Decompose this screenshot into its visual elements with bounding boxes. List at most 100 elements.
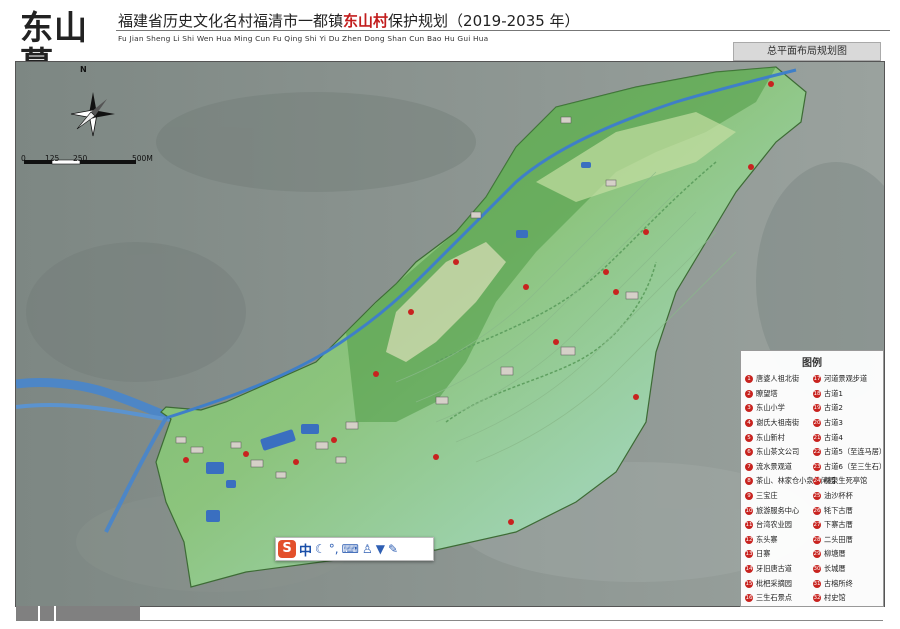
legend-label: 流水景观道 [756,461,792,471]
legend-label: 枇杷采摘园 [756,578,792,588]
user-icon[interactable]: ♙ [362,540,373,558]
legend-label: 唐婆人祖北街 [756,374,800,384]
legend-label: 日寨 [756,549,771,559]
legend-item: 7 流水景观道 [745,460,815,475]
compass-north-label: N [80,65,87,74]
scale-tick-125: 125 [45,154,60,163]
keyboard-icon[interactable]: ⌨ [342,540,359,558]
legend-label: 古道1 [824,388,843,398]
legend-label: 东头寨 [756,534,778,544]
legend-marker: 18 [813,389,821,398]
legend-item: 23 古道6（至三生石） [813,460,886,475]
legend-marker: 6 [745,448,753,457]
legend-label: 二头田厝 [824,534,853,544]
legend-marker: 9 [745,492,753,501]
legend-label: 林泉生死亭馆 [824,476,868,486]
legend-label: 古道3 [824,418,843,428]
legend: 图例 1 唐婆人祖北街 2 瞭望塔 3 东山小学 4 谢氏大祖南街 5 东山新村 6 东山茶文公司 7 流… [740,350,887,607]
legend-marker: 15 [745,579,753,588]
legend-marker: 5 [745,433,753,442]
title-suffix: 保护规划（2019-2035 年） [388,12,580,30]
legend-item: 14 牙旧唐古道 [745,562,815,577]
legend-item: 15 枇杷采摘园 [745,576,815,591]
legend-item: 21 古道4 [813,430,883,445]
legend-item: 11 台湾农业园 [745,518,815,533]
page-title: 福建省历史文化名村福清市一都镇东山村保护规划（2019-2035 年） [118,10,580,31]
legend-marker: 11 [745,521,753,530]
shirt-icon[interactable]: ▼ [376,540,385,558]
footer-bar [16,606,140,621]
scale-tick-0: 0 [21,154,26,163]
legend-marker: 10 [745,506,753,515]
legend-marker: 24 [813,477,821,486]
punctuation-icon[interactable]: °, [329,540,339,558]
title-divider [116,30,890,31]
legend-marker: 27 [813,521,821,530]
legend-item: 22 古道5（至连马居） [813,445,887,460]
legend-column-right: 17 河道景观步道 18 古道1 19 古道2 20 古道3 21 古道4 22 古道5（至连马居） 2… [813,372,887,606]
legend-marker: 7 [745,462,753,471]
legend-item: 13 日寨 [745,547,815,562]
legend-label: 古榕所终 [824,578,853,588]
legend-marker: 21 [813,433,821,442]
wrench-icon[interactable]: ✎ [388,540,398,558]
legend-item: 3 东山小学 [745,401,815,416]
scale-tick-250: 250 [73,154,88,163]
legend-marker: 17 [813,375,821,384]
legend-label: 旅游服务中心 [756,505,800,515]
legend-label: 东山茶文公司 [756,447,800,457]
legend-marker: 3 [745,404,753,413]
legend-marker: 16 [745,594,753,603]
legend-item: 16 三生石景点 [745,591,815,606]
legend-marker: 29 [813,550,821,559]
legend-label: 东山新村 [756,432,785,442]
legend-label: 台湾农业园 [756,520,792,530]
ime-mode-toggle[interactable]: 中 [299,540,312,559]
legend-label: 村史馆 [824,593,846,603]
legend-item: 8 茶山、林家仓小泉休闲园 [745,474,835,489]
legend-item: 31 古榕所终 [813,576,883,591]
legend-item: 25 油沙杯杯 [813,489,883,504]
ime-toolbar[interactable]: S 中 ☾ °, ⌨ ♙ ▼ ✎ [275,537,434,561]
legend-label: 古道5（至连马居） [824,447,887,457]
legend-item: 9 三宝庄 [745,489,815,504]
legend-marker: 32 [813,594,821,603]
legend-marker: 13 [745,550,753,559]
ime-logo-icon[interactable]: S [278,540,296,558]
logo: 东山暮 [12,6,100,82]
legend-item: 24 林泉生死亭馆 [813,474,883,489]
legend-item: 6 东山茶文公司 [745,445,815,460]
legend-label: 三宝庄 [756,491,778,501]
legend-item: 28 二头田厝 [813,533,883,548]
legend-label: 谢氏大祖南街 [756,418,800,428]
legend-title: 图例 [802,358,822,369]
title-prefix: 福建省历史文化名村福清市一都镇 [118,12,344,30]
title-highlight: 东山村 [343,12,389,30]
legend-item: 10 旅游服务中心 [745,503,815,518]
moon-icon[interactable]: ☾ [315,540,326,558]
legend-marker: 2 [745,389,753,398]
legend-item: 32 村史馆 [813,591,883,606]
legend-label: 柳塘厝 [824,549,846,559]
legend-marker: 26 [813,506,821,515]
legend-item: 5 东山新村 [745,430,815,445]
legend-item: 4 谢氏大祖南街 [745,416,815,431]
legend-marker: 8 [745,477,753,486]
legend-marker: 1 [745,375,753,384]
legend-item: 1 唐婆人祖北街 [745,372,815,387]
legend-marker: 4 [745,419,753,428]
legend-label: 牦下古厝 [824,505,853,515]
legend-marker: 19 [813,404,821,413]
legend-marker: 25 [813,492,821,501]
title-pinyin: Fu Jian Sheng Li Shi Wen Hua Ming Cun Fu… [118,34,489,43]
legend-label: 古道2 [824,403,843,413]
legend-marker: 28 [813,535,821,544]
legend-marker: 22 [813,448,821,457]
legend-item: 27 下寨古厝 [813,518,883,533]
sheet-label: 总平面布局规划图 [733,42,881,61]
legend-marker: 23 [813,462,821,471]
legend-label: 下寨古厝 [824,520,853,530]
legend-marker: 12 [745,535,753,544]
legend-label: 牙旧唐古道 [756,564,792,574]
footer-line [140,620,883,621]
